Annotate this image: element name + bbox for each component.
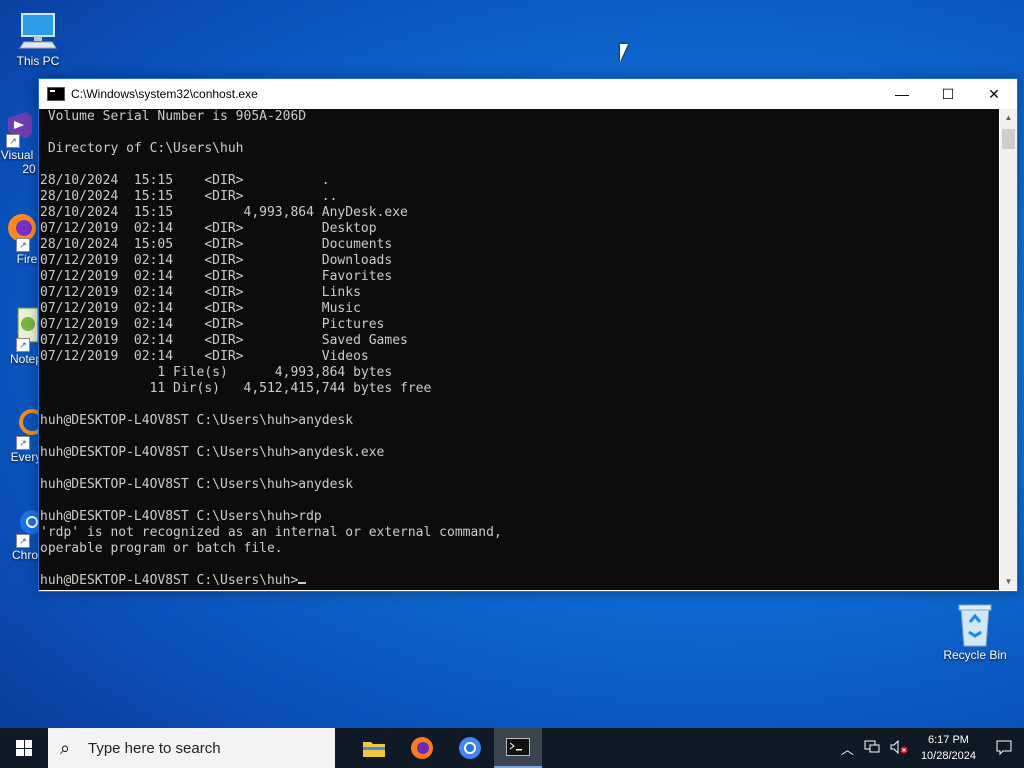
taskbar: ⌕ Type here to search ︿ 6:17 PM 10/28/20… [0,728,1024,768]
window-title: C:\Windows\system32\conhost.exe [71,87,258,101]
mouse-cursor-icon [620,44,628,62]
desktop-icon-label: Notep [10,352,43,366]
scroll-down-icon[interactable]: ▼ [1000,573,1017,590]
chrome-icon: ↗ [2,502,44,548]
desktop-icon-notepad[interactable]: ↗ Notep [0,306,42,366]
desktop-icon-label: Fire [16,252,38,266]
desktop-icon-label-sub: 20 [22,162,36,176]
maximize-button[interactable]: ☐ [925,79,971,109]
console-line: operable program or batch file. [40,541,283,556]
console-line: 07/12/2019 02:14 <DIR> Saved Games [40,333,408,348]
desktop-icon-this-pc[interactable]: This PC [8,8,68,68]
recycle-bin-icon [953,602,997,647]
desktop-icon-recycle-bin[interactable]: Recycle Bin [940,602,1010,662]
taskbar-clock[interactable]: 6:17 PM 10/28/2024 [921,732,976,764]
shortcut-arrow-icon: ↗ [6,134,20,148]
text-cursor [298,582,307,584]
minimize-button[interactable]: — [879,79,925,109]
visual-studio-icon: ↗ [4,110,34,148]
scroll-thumb[interactable] [1002,129,1015,149]
console-line: 07/12/2019 02:14 <DIR> Downloads [40,253,393,268]
desktop-icon-label: Every [10,450,42,464]
shortcut-arrow-icon: ↗ [16,238,30,252]
console-line: huh@DESKTOP-L4OV8ST C:\Users\huh>anydesk… [40,445,385,460]
volume-muted-icon[interactable] [890,739,908,757]
taskbar-firefox[interactable] [398,728,446,768]
firefox-icon [411,737,433,759]
search-icon: ⌕ [60,737,71,758]
notification-center-icon[interactable] [984,728,1024,768]
console-line: 1 File(s) 4,993,864 bytes [157,365,393,380]
console-text: Volume Serial Number is 905A-206D Direct… [39,109,999,589]
close-button[interactable]: ✕ [971,79,1017,109]
console-line: 07/12/2019 02:14 <DIR> Favorites [40,269,393,284]
console-line: 07/12/2019 02:14 <DIR> Music [40,301,361,316]
console-icon [47,87,65,101]
window-titlebar[interactable]: C:\Windows\system32\conhost.exe — ☐ ✕ [39,79,1017,109]
clock-time: 6:17 PM [927,734,969,746]
console-line: 07/12/2019 02:14 <DIR> Links [40,285,361,300]
clock-date: 10/28/2024 [920,750,976,762]
taskbar-console[interactable] [494,728,542,768]
console-line: huh@DESKTOP-L4OV8ST C:\Users\huh>anydesk [40,413,354,428]
desktop-icon-chrome[interactable]: ↗ Chron [0,502,45,562]
console-line: 'rdp' is not recognized as an internal o… [40,525,502,540]
console-line: 28/10/2024 15:05 <DIR> Documents [40,237,393,252]
scroll-up-icon[interactable]: ▲ [1000,109,1017,126]
shortcut-arrow-icon: ↗ [16,338,30,352]
taskbar-search-box[interactable]: ⌕ Type here to search [48,728,335,768]
console-output[interactable]: Volume Serial Number is 905A-206D Direct… [39,109,999,590]
console-window[interactable]: C:\Windows\system32\conhost.exe — ☐ ✕ Vo… [38,78,1018,592]
start-button[interactable] [0,728,48,768]
console-line: 11 Dir(s) 4,512,415,744 bytes free [149,381,432,396]
firefox-icon: ↗ [2,210,38,252]
console-line: 28/10/2024 15:15 <DIR> .. [40,189,338,204]
terminal-icon [506,738,530,756]
taskbar-chrome[interactable] [446,728,494,768]
console-prompt: huh@DESKTOP-L4OV8ST C:\Users\huh> [40,573,299,588]
console-line: 07/12/2019 02:14 <DIR> Desktop [40,221,377,236]
taskbar-file-explorer[interactable] [350,728,398,768]
desktop-icon-label: This PC [16,54,60,68]
console-line: 07/12/2019 02:14 <DIR> Pictures [40,317,385,332]
network-icon[interactable] [864,740,880,757]
notepad-icon: ↗ [2,306,39,352]
shortcut-arrow-icon: ↗ [16,436,30,450]
vertical-scrollbar[interactable]: ▲ ▼ [1000,109,1017,590]
console-line: 28/10/2024 15:15 <DIR> . [40,173,330,188]
chrome-icon [459,737,481,759]
desktop-icon-firefox[interactable]: ↗ Fire [0,210,42,266]
everything-icon: ↗ [2,404,45,450]
file-explorer-icon [363,742,385,757]
console-line: 28/10/2024 15:15 4,993,864 AnyDesk.exe [40,205,408,220]
console-line: 07/12/2019 02:14 <DIR> Videos [40,349,369,364]
chevron-up-icon[interactable]: ︿ [841,739,854,758]
console-line: Directory of C:\Users\huh [47,141,244,156]
console-line: huh@DESKTOP-L4OV8ST C:\Users\huh>rdp [40,509,322,524]
search-placeholder: Type here to search [88,739,221,757]
console-line: Volume Serial Number is 905A-206D [47,109,307,124]
system-tray: ︿ 6:17 PM 10/28/2024 [836,728,1024,768]
desktop-icon-everything[interactable]: ↗ Every [0,404,45,464]
windows-logo-icon [16,740,32,756]
desktop-icon-label: Chron [12,548,45,562]
desktop-icon-visual-studio[interactable]: ↗ Visual 20 [0,110,42,176]
console-line: huh@DESKTOP-L4OV8ST C:\Users\huh>anydesk [40,477,354,492]
computer-icon [16,8,60,52]
desktop-icon-label: Visual [0,148,34,162]
desktop-icon-label: Recycle Bin [943,648,1007,662]
shortcut-arrow-icon: ↗ [16,534,30,548]
